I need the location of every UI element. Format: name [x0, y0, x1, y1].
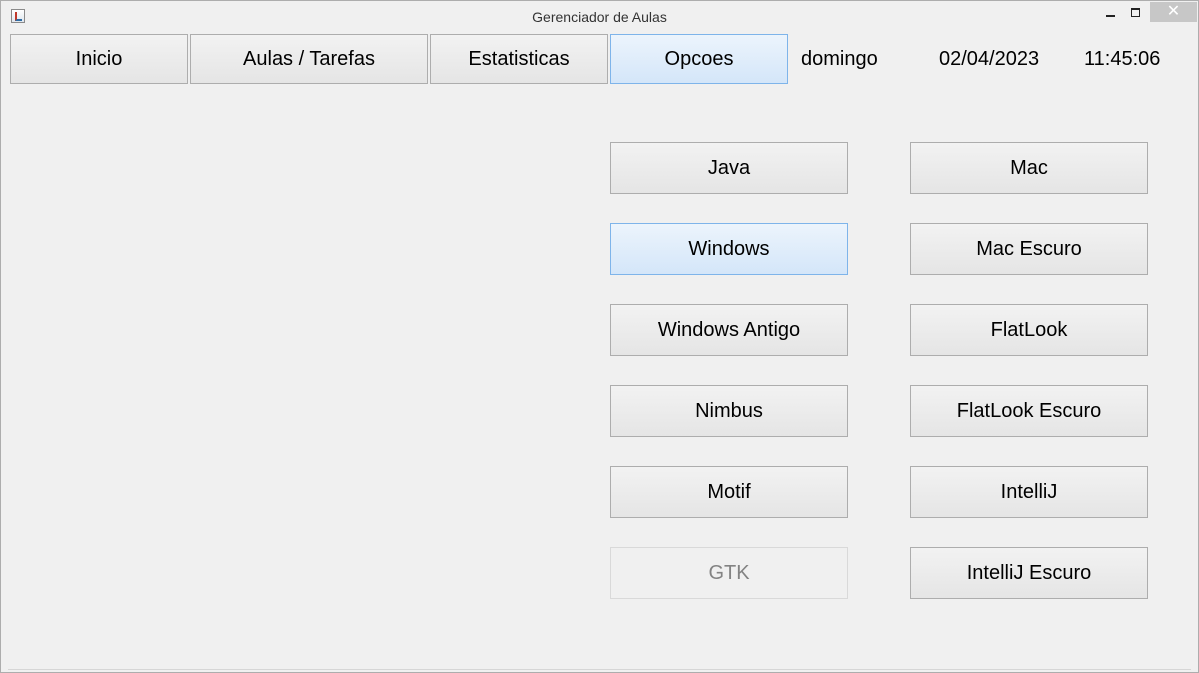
- tab-aulas-tarefas[interactable]: Aulas / Tarefas: [190, 34, 428, 84]
- tab-estatisticas[interactable]: Estatisticas: [430, 34, 608, 84]
- theme-windows-antigo-button[interactable]: Windows Antigo: [610, 304, 848, 356]
- weekday-label: domingo: [801, 48, 878, 70]
- date-label: 02/04/2023: [939, 48, 1040, 70]
- theme-mac-button[interactable]: Mac: [910, 142, 1148, 194]
- time-label: 11:45:06: [1084, 48, 1161, 70]
- theme-mac-escuro-button[interactable]: Mac Escuro: [910, 223, 1148, 275]
- theme-nimbus-button[interactable]: Nimbus: [610, 385, 848, 437]
- close-icon[interactable]: ✕: [1150, 2, 1197, 22]
- window-title: Gerenciador de Aulas: [532, 9, 667, 25]
- theme-intellij-escuro-button[interactable]: IntelliJ Escuro: [910, 547, 1148, 599]
- theme-flatlook-escuro-button[interactable]: FlatLook Escuro: [910, 385, 1148, 437]
- maximize-icon[interactable]: [1123, 2, 1149, 22]
- tab-inicio[interactable]: Inicio: [10, 34, 188, 84]
- theme-windows-button[interactable]: Windows: [610, 223, 848, 275]
- app-window: Gerenciador de Aulas ✕ Inicio Aulas / Ta…: [0, 0, 1199, 673]
- theme-motif-button[interactable]: Motif: [610, 466, 848, 518]
- theme-intellij-button[interactable]: IntelliJ: [910, 466, 1148, 518]
- theme-gtk-button: GTK: [610, 547, 848, 599]
- minimize-icon[interactable]: [1096, 2, 1124, 22]
- title-bar[interactable]: Gerenciador de Aulas ✕: [1, 1, 1198, 32]
- tab-opcoes[interactable]: Opcoes: [610, 34, 788, 84]
- theme-java-button[interactable]: Java: [610, 142, 848, 194]
- content-divider: [8, 669, 1191, 670]
- theme-flatlook-button[interactable]: FlatLook: [910, 304, 1148, 356]
